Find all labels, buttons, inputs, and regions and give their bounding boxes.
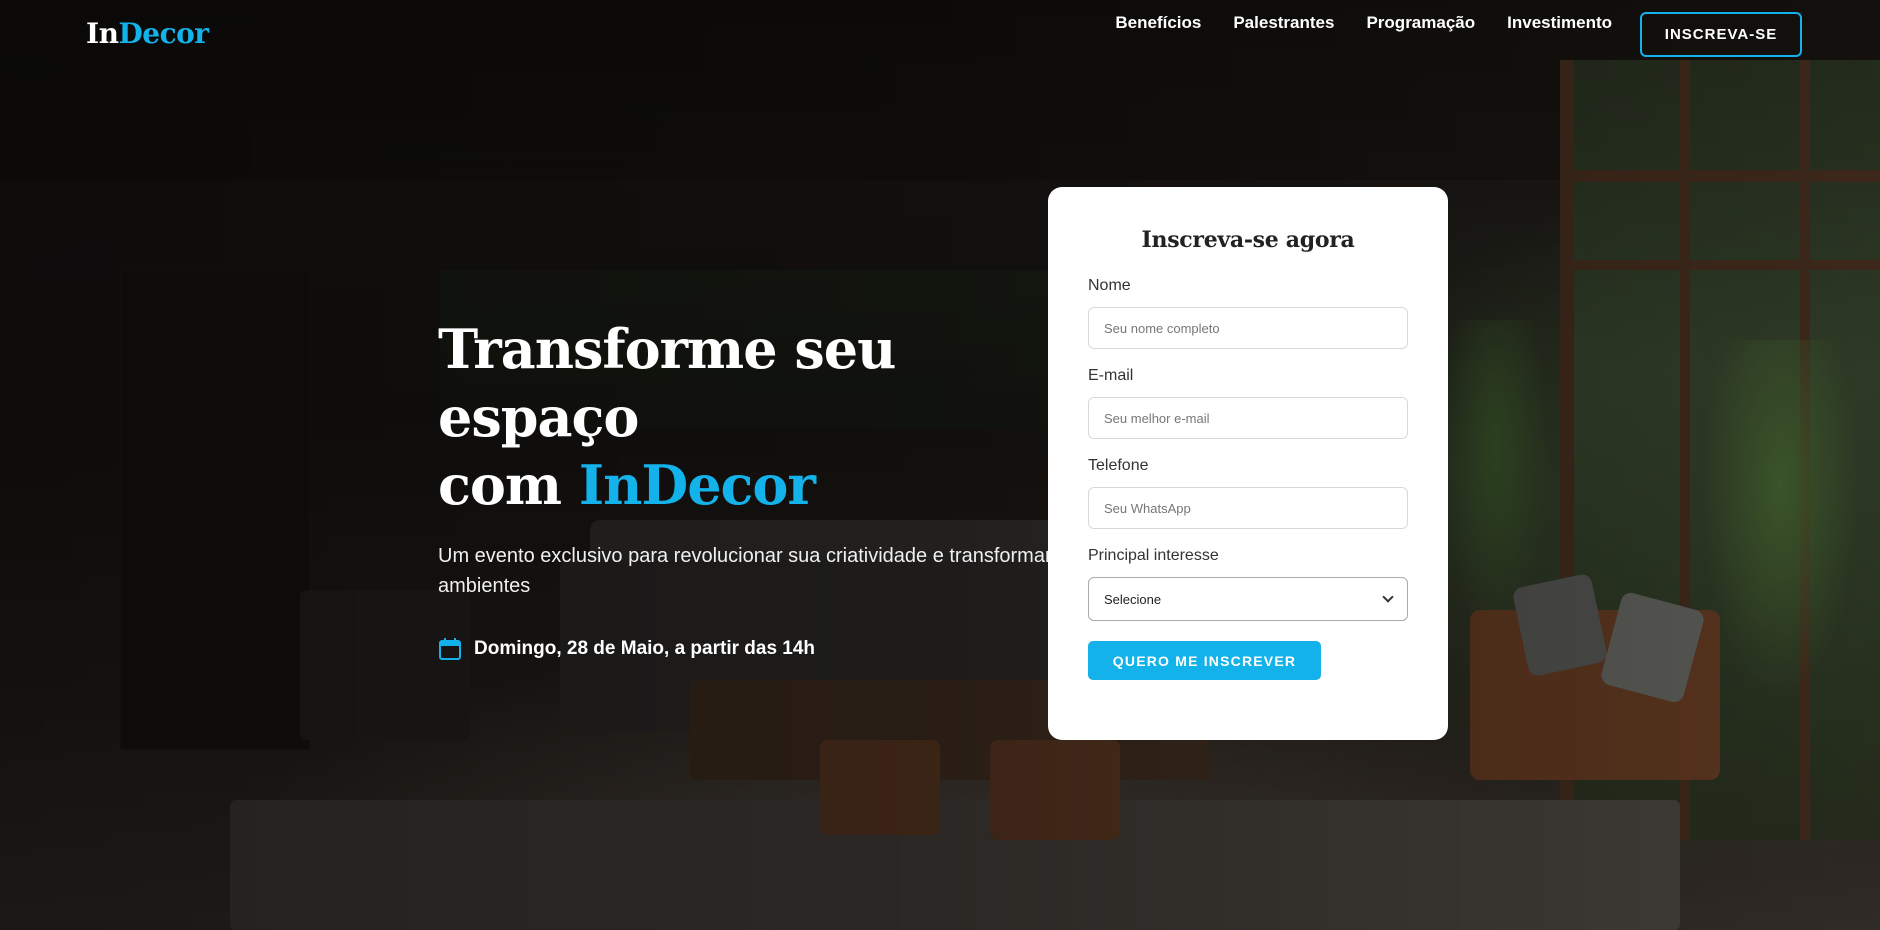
hero-title: Transforme seu espaço com InDecor — [438, 315, 1058, 519]
form-title: Inscreva-se agora — [1141, 227, 1355, 253]
nav-link-beneficios[interactable]: Benefícios — [1115, 13, 1201, 33]
name-label: Nome — [1088, 277, 1131, 294]
hero-section: Transforme seu espaço com InDecor Um eve… — [438, 315, 1058, 661]
phone-input[interactable] — [1088, 487, 1408, 529]
logo[interactable]: InDecor — [86, 17, 209, 50]
phone-label: Telefone — [1088, 457, 1149, 474]
interest-field-group: Principal interesse Selecione — [1088, 547, 1408, 621]
event-date-text: Domingo, 28 de Maio, a partir das 14h — [474, 638, 816, 659]
hero-title-line2-prefix: com — [438, 453, 579, 517]
logo-text-decor: Decor — [118, 17, 209, 50]
email-label: E-mail — [1088, 367, 1134, 384]
hero-title-line1: Transforme seu espaço — [438, 317, 896, 449]
calendar-icon — [438, 637, 462, 661]
site-header: InDecor Benefícios Palestrantes Programa… — [0, 0, 1880, 72]
nav-link-palestrantes[interactable]: Palestrantes — [1233, 13, 1334, 33]
signup-form-card: Inscreva-se agora Nome E-mail Telefone P… — [1048, 187, 1448, 740]
email-input[interactable] — [1088, 397, 1408, 439]
email-field-group: E-mail — [1088, 367, 1408, 439]
logo-text-in: In — [86, 17, 119, 50]
nav-link-programacao[interactable]: Programação — [1366, 13, 1475, 33]
name-field-group: Nome — [1088, 277, 1408, 349]
hero-subtitle: Um evento exclusivo para revolucionar su… — [438, 545, 1052, 597]
interest-select-value: Selecione — [1104, 591, 1162, 607]
header-signup-button[interactable]: INSCREVA-SE — [1640, 12, 1802, 57]
submit-signup-button[interactable]: QUERO ME INSCREVER — [1088, 641, 1321, 680]
name-input[interactable] — [1088, 307, 1408, 349]
hero-title-brand: InDecor — [578, 453, 816, 517]
interest-select[interactable]: Selecione — [1088, 577, 1408, 621]
interest-label: Principal interesse — [1088, 547, 1219, 564]
phone-field-group: Telefone — [1088, 457, 1408, 529]
event-date: Domingo, 28 de Maio, a partir das 14h — [438, 637, 1058, 661]
main-nav: Benefícios Palestrantes Programação Inve… — [1115, 13, 1612, 33]
chevron-down-icon — [1382, 591, 1394, 603]
nav-link-investimento[interactable]: Investimento — [1507, 13, 1612, 33]
